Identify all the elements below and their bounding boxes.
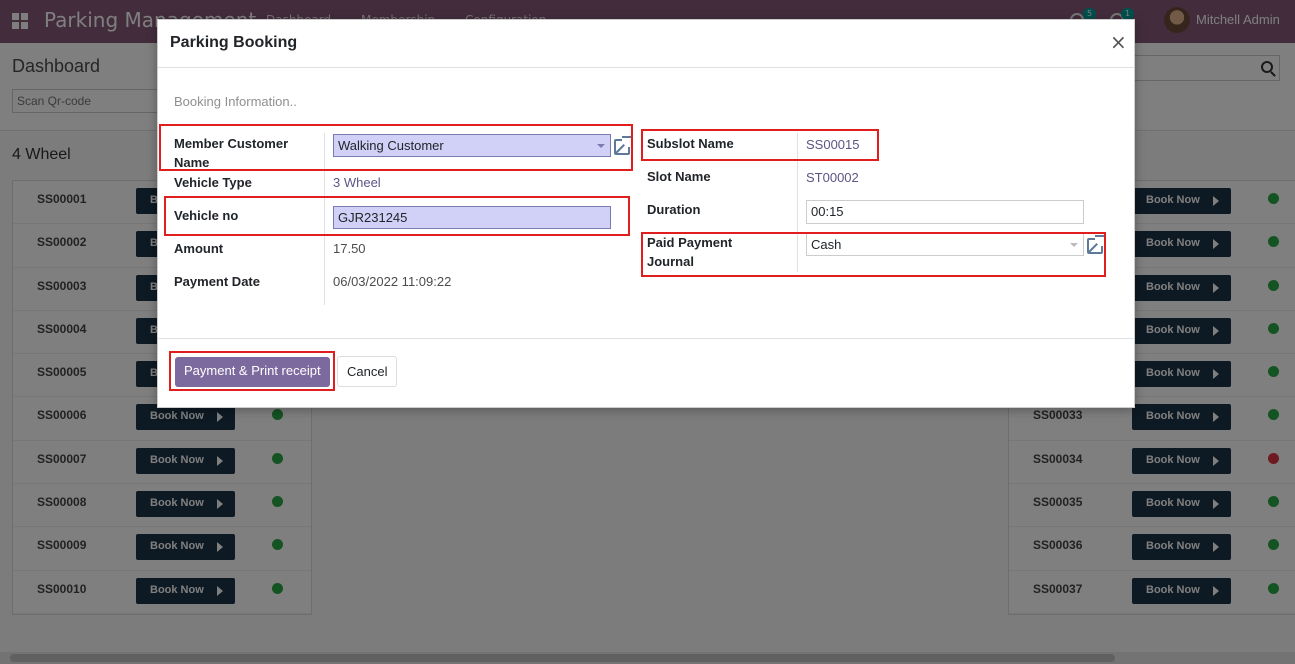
parking-booking-dialog: Parking Booking × Booking Information.. … — [157, 19, 1135, 408]
close-icon[interactable]: × — [1110, 30, 1127, 54]
vehicle-type-value[interactable]: 3 Wheel — [333, 175, 381, 190]
slot-name-label: Slot Name — [647, 169, 711, 184]
vehicle-type-label: Vehicle Type — [174, 175, 252, 190]
chevron-down-icon[interactable] — [1070, 243, 1078, 247]
chevron-down-icon[interactable] — [597, 144, 605, 148]
modal-header: Parking Booking × — [158, 20, 1134, 68]
paid-payment-journal-label: Paid Payment Journal — [647, 235, 733, 269]
vehicle-no-label: Vehicle no — [174, 208, 239, 223]
payment-date-label: Payment Date — [174, 274, 260, 289]
subslot-name-label: Subslot Name — [647, 136, 734, 151]
left-column-divider — [324, 133, 325, 305]
payment-journal-value: Cash — [811, 237, 842, 252]
modal-footer: Payment & Print receipt Cancel — [158, 338, 1134, 408]
duration-label: Duration — [647, 202, 701, 217]
modal-title: Parking Booking — [170, 34, 298, 51]
payment-journal-select[interactable]: Cash — [806, 233, 1084, 256]
member-customer-value: Walking Customer — [338, 138, 444, 153]
right-column-divider — [797, 133, 798, 272]
subslot-name-value[interactable]: SS00015 — [806, 137, 860, 152]
amount-label: Amount — [174, 241, 224, 256]
amount-value: 17.50 — [333, 241, 366, 256]
member-customer-select[interactable]: Walking Customer — [333, 134, 611, 157]
payment-date-value: 06/03/2022 11:09:22 — [333, 274, 452, 289]
vehicle-no-input[interactable]: GJR231245 — [333, 206, 611, 229]
booking-info-label: Booking Information.. — [174, 94, 297, 109]
external-link-icon[interactable] — [614, 136, 633, 155]
cancel-button[interactable]: Cancel — [337, 356, 397, 387]
payment-print-receipt-button[interactable]: Payment & Print receipt — [175, 357, 330, 387]
member-customer-name-label: Member Customer Name — [174, 136, 289, 170]
duration-input[interactable]: 00:15 — [806, 200, 1084, 224]
external-link-icon[interactable] — [1087, 235, 1106, 254]
slot-name-value[interactable]: ST00002 — [806, 170, 859, 185]
